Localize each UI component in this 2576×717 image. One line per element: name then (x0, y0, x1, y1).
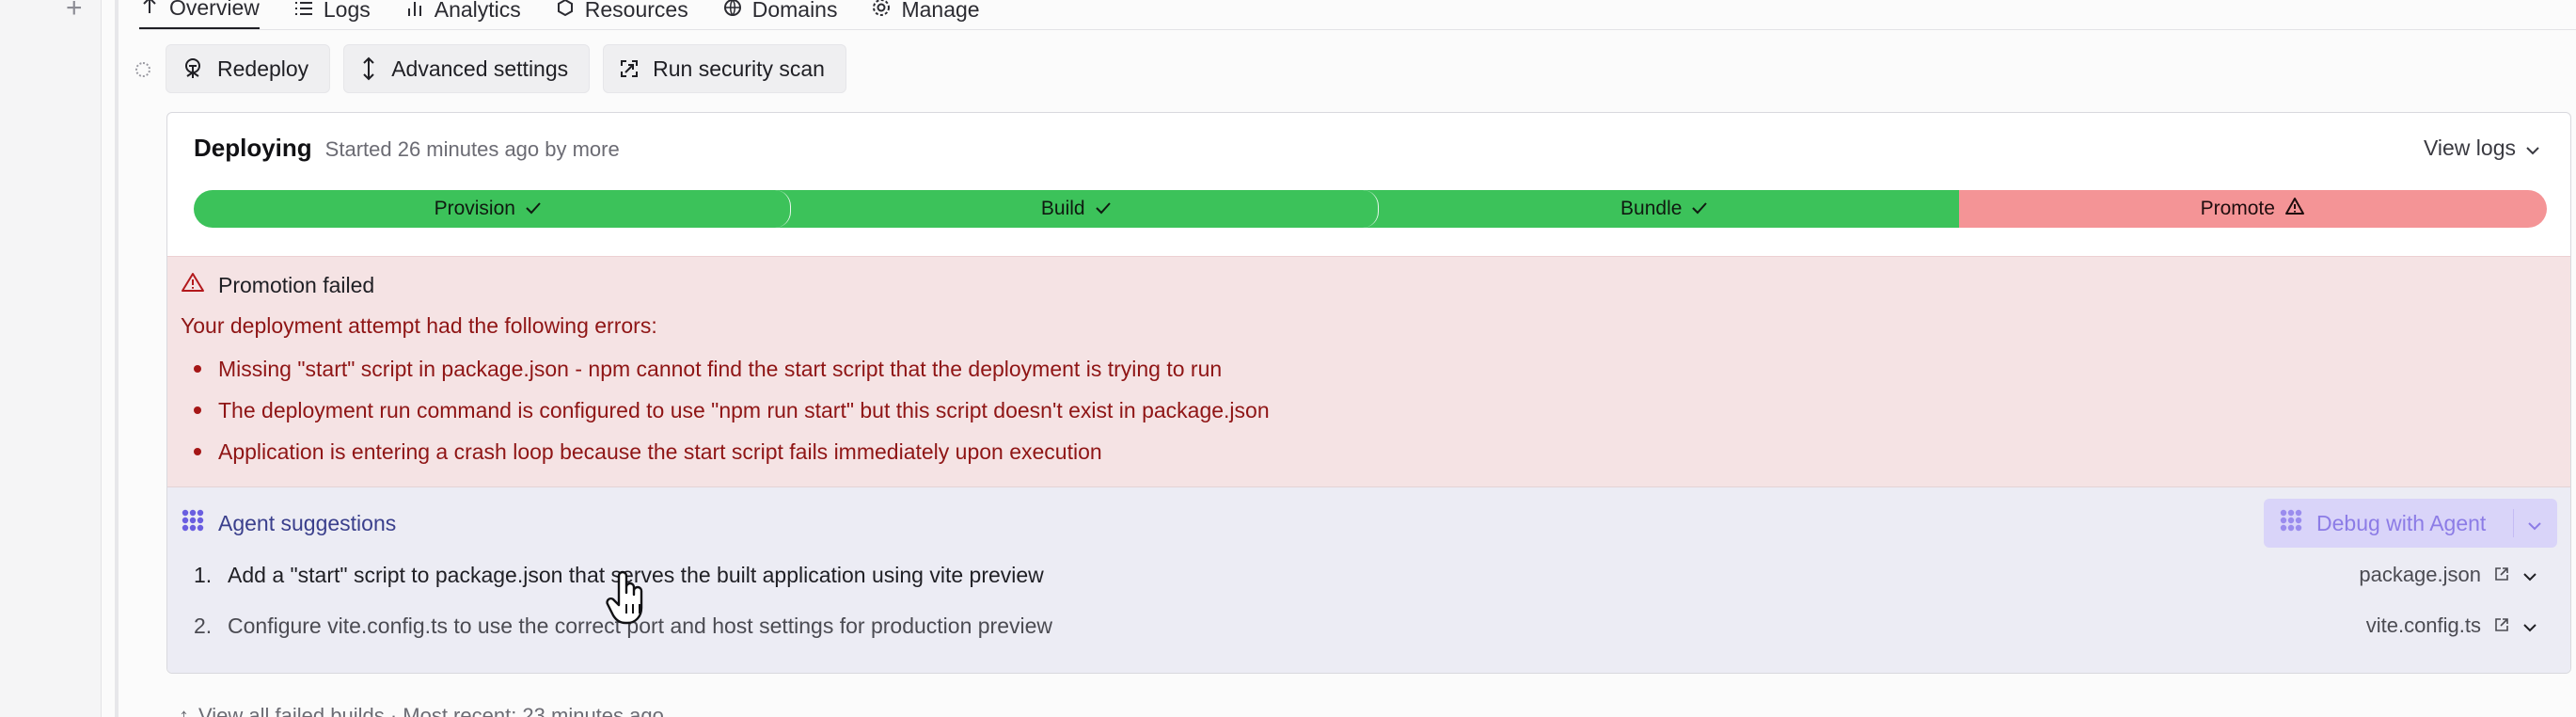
redeploy-icon (182, 57, 204, 80)
stage-provision: Provision (194, 190, 782, 228)
agent-icon (2279, 508, 2303, 538)
error-intro: Your deployment attempt had the followin… (181, 313, 657, 338)
tab-label: Analytics (434, 0, 521, 22)
error-title: Promotion failed (218, 272, 375, 297)
agent-suggestions-panel: Agent suggestions Debug with Agent 1. Ad… (167, 487, 2570, 673)
suggestion-number: 2. (194, 613, 213, 638)
deployment-subtitle: Started 26 minutes ago by more (324, 137, 620, 161)
warning-icon (2284, 197, 2305, 221)
check-icon (525, 198, 542, 220)
suggestion-item[interactable]: 1. Add a "start" script to package.json … (194, 563, 2554, 588)
tab-label: Logs (323, 0, 371, 22)
hand-cursor-icon (606, 568, 647, 629)
add-icon[interactable]: + (66, 0, 83, 23)
stage-label: Promote (2200, 198, 2275, 219)
tab-bar: Overview Logs Analytics Resources Domain… (139, 0, 980, 30)
cube-icon (555, 0, 576, 23)
view-failed-builds-label: View all failed builds · Most recent: 23… (198, 704, 664, 717)
view-failed-builds-link[interactable]: ↑ View all failed builds · Most recent: … (179, 704, 664, 717)
agent-title: Agent suggestions (218, 510, 397, 535)
tab-label: Overview (169, 0, 260, 20)
vertical-arrows-icon (359, 56, 378, 81)
suggestion-file[interactable]: vite.config.ts (2366, 613, 2537, 638)
bar-chart-icon (404, 0, 425, 23)
globe-icon (722, 0, 743, 23)
error-panel: Promotion failed Your deployment attempt… (167, 256, 2570, 487)
pin-icon (139, 0, 160, 21)
suggestion-item[interactable]: 2. Configure vite.config.ts to use the c… (194, 613, 2554, 639)
redeploy-button[interactable]: Redeploy (166, 44, 331, 93)
chevron-down-icon (2525, 135, 2540, 161)
deployment-card: Deploying Started 26 minutes ago by more… (166, 112, 2571, 674)
arrow-up-icon: ↑ (179, 704, 189, 717)
debug-with-agent-button[interactable]: Debug with Agent (2264, 499, 2557, 548)
stage-label: Bundle (1620, 198, 1683, 219)
rail-divider (115, 0, 119, 717)
agent-title-row: Agent suggestions (181, 508, 396, 538)
run-security-scan-label: Run security scan (653, 56, 825, 81)
warning-icon (181, 272, 205, 298)
stage-promote: Promote (1941, 190, 2547, 228)
timeline-node-icon (135, 62, 150, 77)
check-icon (1691, 198, 1708, 220)
view-logs-label: View logs (2423, 135, 2516, 160)
left-rail: + (0, 0, 102, 717)
action-bar: Redeploy Advanced settings Run security … (166, 44, 846, 93)
error-title-row: Promotion failed (181, 272, 374, 298)
error-item: Missing "start" script in package.json -… (181, 357, 1270, 398)
tab-overview[interactable]: Overview (139, 0, 260, 30)
scan-icon (619, 58, 640, 79)
error-item: Application is entering a crash loop bec… (181, 439, 1270, 481)
check-icon (1095, 198, 1112, 220)
run-security-scan-button[interactable]: Run security scan (603, 44, 846, 93)
file-name: vite.config.ts (2365, 613, 2481, 637)
pipeline-progress: Provision Build Bundle Promote (194, 190, 2547, 228)
agent-icon (181, 508, 205, 538)
stage-label: Provision (434, 198, 515, 219)
tab-label: Resources (584, 0, 688, 22)
suggestion-file[interactable]: package.json (2359, 563, 2537, 587)
redeploy-label: Redeploy (217, 56, 309, 81)
deployment-status: Deploying (194, 134, 312, 162)
chevron-down-icon[interactable] (2522, 563, 2537, 587)
tab-domains[interactable]: Domains (722, 0, 838, 30)
external-link-icon (2494, 613, 2509, 638)
suggestion-number: 1. (194, 563, 213, 587)
stage-label: Build (1040, 198, 1085, 219)
view-logs-button[interactable]: View logs (2424, 135, 2540, 161)
list-icon (293, 0, 314, 23)
tab-analytics[interactable]: Analytics (404, 0, 521, 30)
stage-build: Build (782, 190, 1370, 228)
chevron-down-icon[interactable] (2522, 613, 2537, 638)
button-divider (2513, 509, 2514, 537)
debug-with-agent-label: Debug with Agent (2316, 510, 2487, 535)
tab-manage[interactable]: Manage (871, 0, 980, 30)
gear-icon (871, 0, 892, 23)
chevron-down-icon[interactable] (2527, 511, 2542, 536)
tab-resources[interactable]: Resources (555, 0, 688, 30)
advanced-settings-button[interactable]: Advanced settings (343, 44, 591, 93)
tab-label: Manage (901, 0, 980, 22)
tabs-divider (139, 29, 2576, 30)
deployment-header: Deploying Started 26 minutes ago by more (194, 134, 620, 163)
file-name: package.json (2359, 563, 2481, 586)
external-link-icon (2494, 563, 2509, 587)
stage-bundle: Bundle (1370, 190, 1959, 228)
tab-logs[interactable]: Logs (293, 0, 371, 30)
error-list: Missing "start" script in package.json -… (181, 357, 1270, 481)
error-item: The deployment run command is configured… (181, 398, 1270, 439)
advanced-settings-label: Advanced settings (391, 56, 569, 81)
tab-label: Domains (751, 0, 838, 22)
